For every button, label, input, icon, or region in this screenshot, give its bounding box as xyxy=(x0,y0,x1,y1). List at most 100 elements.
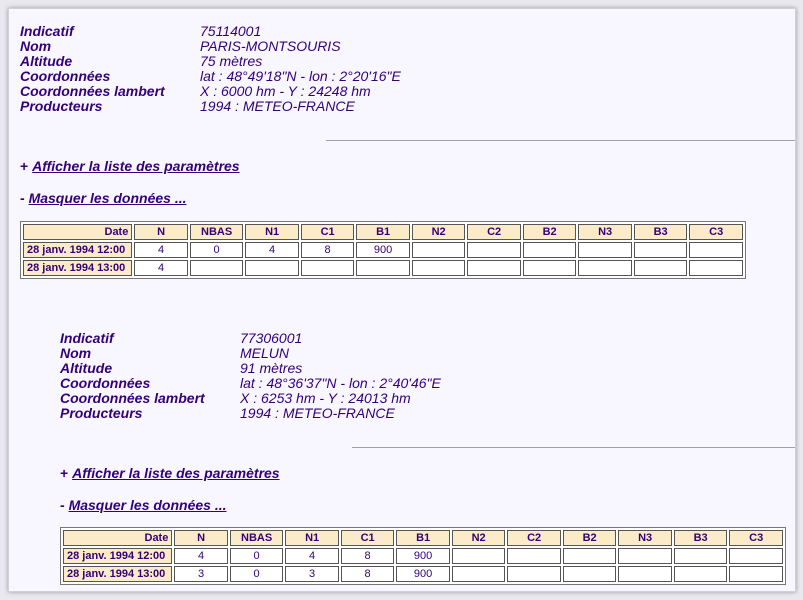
table-row: 28 janv. 1994 13:00 4 xyxy=(23,260,743,276)
column-header-c3: C3 xyxy=(729,530,783,546)
hide-data-link[interactable]: Masquer les données ... xyxy=(69,497,227,513)
value-cell-nbas: 0 xyxy=(189,242,244,258)
value-cell-n: 4 xyxy=(134,260,188,276)
value-altitude: 75 mètres xyxy=(200,53,263,69)
data-table-1: Date N NBAS N1 C1 B1 N2 C2 B2 N3 B3 C3 28 janv. 1994… xyxy=(20,221,746,279)
value-nom: PARIS-MONTSOURIS xyxy=(200,38,341,54)
value-cell-c1: 8 xyxy=(340,566,395,582)
value-cell-b2 xyxy=(522,242,577,258)
column-header-n: N xyxy=(174,530,228,546)
table-header-row: Date N NBAS N1 C1 B1 N2 C2 B2 N3 B3 C3 xyxy=(63,530,783,546)
value-cell-n2 xyxy=(451,566,506,582)
value-cell-c1 xyxy=(300,260,355,276)
label-nom: Nom xyxy=(20,38,52,54)
toggle-data-2: - Masquer les données ... xyxy=(60,497,227,513)
column-header-b2: B2 xyxy=(562,530,617,546)
value-cell-b3 xyxy=(633,260,688,276)
show-parameters-link[interactable]: Afficher la liste des paramètres xyxy=(72,465,280,481)
date-cell: 28 janv. 1994 12:00 xyxy=(63,548,173,564)
station-info-1: Indicatif 75114001 Nom PARIS-MONTSOURIS Al… xyxy=(20,24,401,114)
table-row: 28 janv. 1994 12:00 4 0 4 8 900 xyxy=(63,548,783,564)
value-cell-nbas xyxy=(189,260,244,276)
value-cell-n2 xyxy=(451,548,506,564)
column-header-n3: N3 xyxy=(578,224,632,240)
label-indicatif: Indicatif xyxy=(60,330,114,346)
label-coordonnees: Coordonnées xyxy=(20,68,111,84)
value-cell-b1: 900 xyxy=(396,566,450,582)
value-cell-nbas: 0 xyxy=(229,566,284,582)
column-header-n2: N2 xyxy=(411,224,466,240)
value-cell-n: 3 xyxy=(174,566,228,582)
toggle-prefix: + xyxy=(60,465,69,481)
value-cell-b1: 900 xyxy=(396,548,450,564)
toggle-params-1: + Afficher la liste des paramètres xyxy=(20,158,240,174)
label-nom: Nom xyxy=(60,345,92,361)
toggle-prefix: + xyxy=(20,158,29,174)
column-header-n: N xyxy=(134,224,188,240)
column-header-nbas: NBAS xyxy=(189,224,244,240)
date-cell: 28 janv. 1994 13:00 xyxy=(63,566,173,582)
label-lambert: Coordonnées lambert xyxy=(60,390,205,406)
value-indicatif: 77306001 xyxy=(240,330,303,346)
value-producteurs: 1994 : METEO-FRANCE xyxy=(200,98,355,114)
value-cell-b3 xyxy=(673,566,728,582)
value-cell-c2 xyxy=(467,242,521,258)
page-frame: Indicatif 75114001 Nom PARIS-MONTSOURIS Al… xyxy=(8,8,796,592)
column-header-b1: B1 xyxy=(356,224,410,240)
value-cell-n2 xyxy=(411,242,466,258)
value-cell-n2 xyxy=(411,260,466,276)
value-cell-c3 xyxy=(689,242,743,258)
toggle-prefix: - xyxy=(20,190,25,206)
label-lambert: Coordonnées lambert xyxy=(20,83,165,99)
toggle-params-2: + Afficher la liste des paramètres xyxy=(60,465,280,481)
column-header-c2: C2 xyxy=(467,224,521,240)
value-cell-b2 xyxy=(522,260,577,276)
table-row: 28 janv. 1994 13:00 3 0 3 8 900 xyxy=(63,566,783,582)
divider-1 xyxy=(326,140,795,141)
value-cell-b2 xyxy=(562,548,617,564)
table-row: 28 janv. 1994 12:00 4 0 4 8 900 xyxy=(23,242,743,258)
value-cell-c3 xyxy=(729,548,783,564)
column-header-n1: N1 xyxy=(245,224,299,240)
value-cell-n1 xyxy=(245,260,299,276)
column-header-n3: N3 xyxy=(618,530,672,546)
label-producteurs: Producteurs xyxy=(20,98,103,114)
value-cell-n3 xyxy=(578,242,632,258)
show-parameters-link[interactable]: Afficher la liste des paramètres xyxy=(32,158,240,174)
label-altitude: Altitude xyxy=(20,53,73,69)
hide-data-link[interactable]: Masquer les données ... xyxy=(29,190,187,206)
value-nom: MELUN xyxy=(240,345,290,361)
value-indicatif: 75114001 xyxy=(200,23,262,39)
station-info-2: Indicatif 77306001 Nom MELUN Altitude 91 mè… xyxy=(60,331,441,421)
value-cell-b1 xyxy=(356,260,410,276)
value-altitude: 91 mètres xyxy=(240,360,303,376)
value-cell-c1: 8 xyxy=(300,242,355,258)
column-header-date: Date xyxy=(23,224,133,240)
column-header-nbas: NBAS xyxy=(229,530,284,546)
value-cell-n: 4 xyxy=(134,242,188,258)
label-indicatif: Indicatif xyxy=(20,23,74,39)
value-cell-b1: 900 xyxy=(356,242,410,258)
column-header-b3: B3 xyxy=(633,224,688,240)
table-header-row: Date N NBAS N1 C1 B1 N2 C2 B2 N3 B3 C3 xyxy=(23,224,743,240)
value-lambert: X : 6000 hm - Y : 24248 hm xyxy=(200,83,371,99)
value-cell-c3 xyxy=(729,566,783,582)
column-header-c3: C3 xyxy=(689,224,743,240)
value-coordonnees: lat : 48°49'18"N - lon : 2°20'16"E xyxy=(200,68,401,84)
value-cell-n3 xyxy=(578,260,632,276)
column-header-c1: C1 xyxy=(340,530,395,546)
value-cell-c1: 8 xyxy=(340,548,395,564)
value-cell-n1: 3 xyxy=(285,566,339,582)
column-header-b1: B1 xyxy=(396,530,450,546)
value-cell-c2 xyxy=(507,566,561,582)
column-header-c1: C1 xyxy=(300,224,355,240)
value-coordonnees: lat : 48°36'37"N - lon : 2°40'46"E xyxy=(240,375,441,391)
value-cell-n1: 4 xyxy=(285,548,339,564)
value-producteurs: 1994 : METEO-FRANCE xyxy=(240,405,395,421)
column-header-n1: N1 xyxy=(285,530,339,546)
value-cell-n1: 4 xyxy=(245,242,299,258)
value-cell-b2 xyxy=(562,566,617,582)
value-cell-n: 4 xyxy=(174,548,228,564)
column-header-n2: N2 xyxy=(451,530,506,546)
label-altitude: Altitude xyxy=(60,360,113,376)
